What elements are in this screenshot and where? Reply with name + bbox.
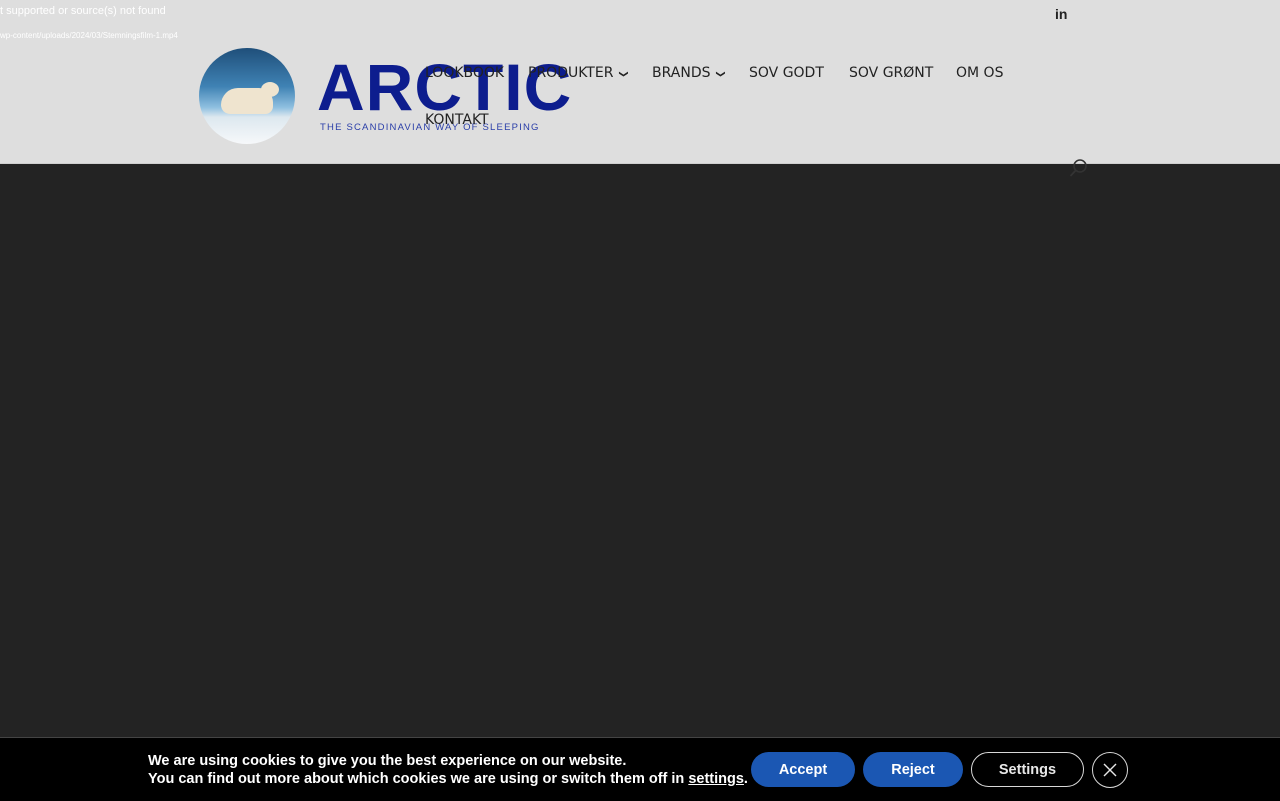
nav-item-brands[interactable]: BRANDS ❯: [652, 65, 726, 81]
close-cookie-bar-button[interactable]: [1092, 752, 1128, 788]
accept-cookies-button[interactable]: Accept: [751, 752, 855, 787]
nav-item-label: LOOKBOOK: [425, 65, 505, 81]
arctic-logo[interactable]: ARCTIC THE SCANDINAVIAN WAY OF SLEEPING: [199, 48, 571, 146]
chevron-down-icon: ❯: [715, 70, 726, 78]
close-icon: [1103, 763, 1117, 777]
polar-bear-head-shape: [261, 82, 279, 97]
reject-cookies-button[interactable]: Reject: [863, 752, 963, 787]
cookie-settings-button[interactable]: Settings: [971, 752, 1084, 787]
nav-item-kontakt[interactable]: KONTAKT: [425, 112, 489, 128]
nav-item-label: PRODUKTER: [528, 65, 614, 81]
cookie-message-suffix: .: [743, 771, 748, 787]
cookie-consent-bar: We are using cookies to give you the bes…: [0, 737, 1280, 801]
nav-item-om-os[interactable]: OM OS: [956, 65, 1003, 81]
nav-item-label: SOV GODT: [749, 65, 824, 81]
nav-item-sov-gront[interactable]: SOV GRØNT: [849, 65, 933, 81]
nav-item-label: OM OS: [956, 65, 1004, 81]
nav-item-lookbook[interactable]: LOOKBOOK: [425, 65, 504, 81]
site-header: t supported or source(s) not found wp-co…: [0, 0, 1280, 164]
cookie-message-prefix: You can find out more about which cookie…: [148, 771, 689, 787]
nav-item-label: BRANDS: [652, 65, 711, 81]
nav-item-label: KONTAKT: [425, 112, 489, 128]
polar-bear-logo-image: [199, 48, 295, 144]
video-error-source: wp-content/uploads/2024/03/Stemningsfilm…: [0, 31, 178, 40]
nav-item-label: SOV GRØNT: [849, 65, 934, 81]
cookie-message-line-2: You can find out more about which cookie…: [148, 770, 748, 788]
cookie-message: We are using cookies to give you the bes…: [148, 752, 748, 788]
chevron-down-icon: ❯: [618, 70, 629, 78]
nav-item-sov-godt[interactable]: SOV GODT: [749, 65, 824, 81]
cookie-settings-link[interactable]: settings: [688, 771, 744, 787]
linkedin-icon[interactable]: in: [1055, 7, 1069, 21]
cookie-message-line-1: We are using cookies to give you the bes…: [148, 753, 627, 769]
search-icon[interactable]: [1069, 158, 1089, 178]
nav-item-produkter[interactable]: PRODUKTER ❯: [528, 65, 629, 81]
logo-wordmark: ARCTIC: [317, 50, 573, 124]
video-error-message: t supported or source(s) not found: [0, 5, 166, 17]
